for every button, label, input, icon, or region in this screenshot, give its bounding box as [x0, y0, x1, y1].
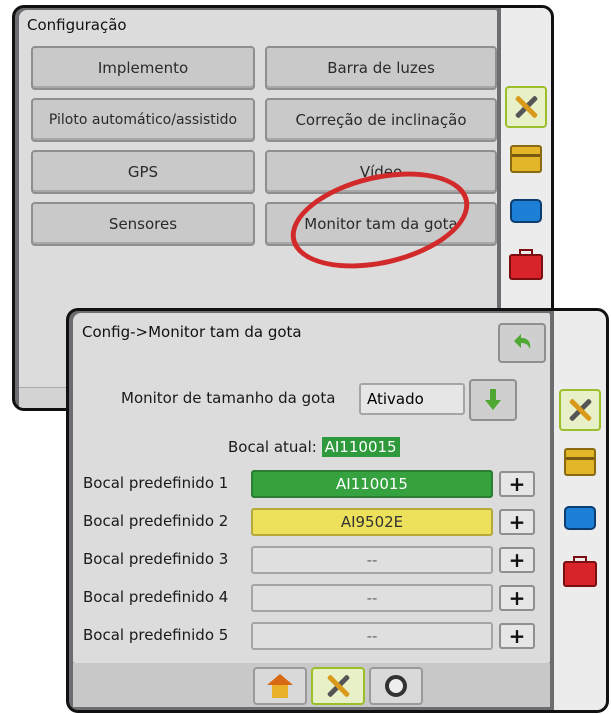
correcao-inclinacao-button[interactable]: Correção de inclinação — [265, 98, 497, 142]
back-button[interactable] — [498, 323, 546, 363]
nozzle-label: Bocal predefinido 1 — [83, 474, 229, 492]
nozzle-label: Bocal predefinido 3 — [83, 550, 229, 568]
nozzle-value[interactable]: -- — [251, 546, 493, 574]
droplet-side-bar — [554, 311, 606, 710]
nozzle-label: Bocal predefinido 5 — [83, 626, 229, 644]
nozzle-row-2: Bocal predefinido 2 AI9502E + — [73, 507, 550, 537]
toolbox-icon[interactable] — [507, 248, 545, 286]
current-nozzle-value: AI110015 — [321, 437, 400, 457]
sensores-button[interactable]: Sensores — [31, 202, 255, 246]
current-nozzle: Bocal atual: AI110015 — [228, 437, 400, 457]
tools-icon — [323, 671, 353, 701]
add-nozzle-button[interactable]: + — [499, 623, 535, 649]
monitor-dropdown-button[interactable] — [469, 379, 517, 421]
arrow-down-icon — [485, 389, 501, 411]
monitor-icon[interactable] — [507, 192, 545, 230]
add-nozzle-button[interactable]: + — [499, 509, 535, 535]
monitor-icon[interactable] — [561, 499, 599, 537]
tab-gauge[interactable] — [369, 667, 423, 705]
toolbox-icon[interactable] — [561, 555, 599, 593]
barra-de-luzes-button[interactable]: Barra de luzes — [265, 46, 497, 90]
implemento-button[interactable]: Implemento — [31, 46, 255, 90]
current-nozzle-label: Bocal atual: — [228, 438, 317, 456]
nozzle-value[interactable]: AI9502E — [251, 508, 493, 536]
home-icon — [267, 674, 293, 698]
nozzle-label: Bocal predefinido 4 — [83, 588, 229, 606]
piloto-automatico-button[interactable]: Piloto automático/assistido — [31, 98, 255, 142]
page-title: Config->Monitor tam da gota — [82, 323, 302, 341]
nozzle-row-5: Bocal predefinido 5 -- + — [73, 621, 550, 651]
add-nozzle-button[interactable]: + — [499, 547, 535, 573]
return-arrow-icon — [514, 334, 531, 349]
gps-button[interactable]: GPS — [31, 150, 255, 194]
gauge-icon — [385, 675, 407, 697]
nozzle-row-3: Bocal predefinido 3 -- + — [73, 545, 550, 575]
chest-icon[interactable] — [507, 140, 545, 178]
tools-icon[interactable] — [505, 86, 547, 128]
page-title: Configuração — [27, 16, 127, 34]
nozzle-value[interactable]: AI110015 — [251, 470, 493, 498]
chest-icon[interactable] — [561, 443, 599, 481]
monitor-select[interactable]: Ativado — [359, 383, 465, 415]
footer-tab-bar — [73, 663, 550, 707]
nozzle-label: Bocal predefinido 2 — [83, 512, 229, 530]
add-nozzle-button[interactable]: + — [499, 471, 535, 497]
nozzle-row-4: Bocal predefinido 4 -- + — [73, 583, 550, 613]
nozzle-value[interactable]: -- — [251, 622, 493, 650]
nozzle-row-1: Bocal predefinido 1 AI110015 + — [73, 469, 550, 499]
droplet-monitor-panel: Config->Monitor tam da gota Monitor de t… — [66, 308, 609, 713]
tools-icon[interactable] — [559, 389, 601, 431]
add-nozzle-button[interactable]: + — [499, 585, 535, 611]
monitor-label: Monitor de tamanho da gota — [121, 389, 336, 407]
tab-home[interactable] — [253, 667, 307, 705]
droplet-main-area: Config->Monitor tam da gota Monitor de t… — [73, 313, 550, 663]
tab-tools[interactable] — [311, 667, 365, 705]
nozzle-value[interactable]: -- — [251, 584, 493, 612]
